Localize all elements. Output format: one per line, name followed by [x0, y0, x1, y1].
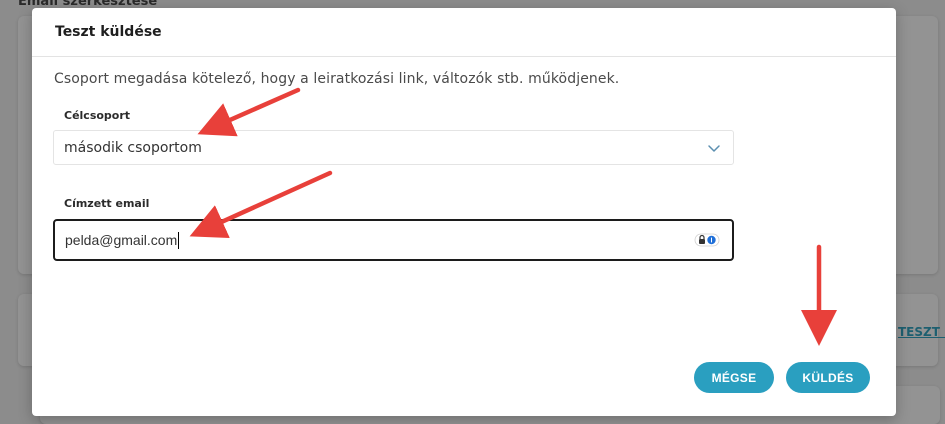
target-group-label: Célcsoport: [64, 109, 131, 122]
recipient-email-input[interactable]: pelda@gmail.com: [53, 219, 734, 261]
target-group-select[interactable]: második csoportom: [53, 130, 734, 165]
chevron-down-icon: [708, 145, 720, 152]
cancel-button[interactable]: MÉGSE: [694, 362, 774, 393]
password-manager-icon[interactable]: [694, 233, 720, 247]
recipient-email-value: pelda@gmail.com: [65, 232, 178, 248]
modal-description: Csoport megadása kötelező, hogy a leirat…: [54, 71, 620, 87]
modal-header: Teszt küldése: [32, 8, 896, 57]
background-test-send-link: TESZT KÜ: [898, 325, 945, 339]
test-send-modal: Teszt küldése Csoport megadása kötelező,…: [32, 8, 896, 416]
recipient-email-label: Címzett email: [64, 197, 150, 210]
modal-title: Teszt küldése: [55, 24, 162, 40]
text-caret: [178, 231, 180, 249]
target-group-value: második csoportom: [64, 139, 202, 156]
send-button[interactable]: KÜLDÉS: [786, 362, 870, 393]
